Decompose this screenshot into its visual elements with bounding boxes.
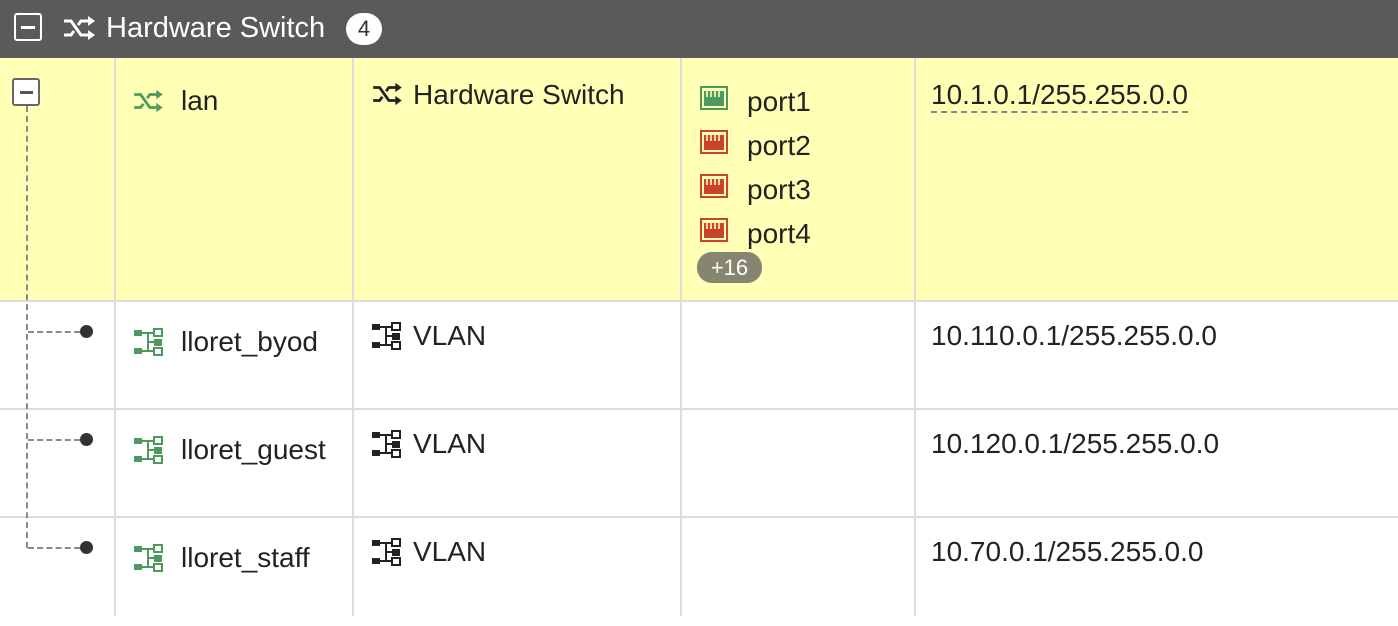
member-port[interactable]: port3: [747, 174, 811, 206]
tree-connector-branch: [28, 331, 80, 333]
vlan-icon: [372, 538, 401, 566]
ethernet-port-icon: [700, 130, 728, 154]
tree-node-dot: [80, 325, 93, 338]
collapse-row-button[interactable]: [12, 78, 40, 106]
group-title: Hardware Switch: [106, 12, 326, 44]
column-divider: [914, 58, 916, 616]
ip-netmask[interactable]: 10.1.0.1/255.255.0.0: [931, 79, 1188, 113]
interface-name[interactable]: lloret_byod: [181, 326, 318, 358]
interface-type: VLAN: [413, 536, 487, 567]
tree-connector-branch: [28, 439, 80, 441]
shuffle-icon: [373, 82, 402, 106]
member-port[interactable]: port4: [747, 218, 811, 250]
tree-node-dot: [80, 541, 93, 554]
table-row[interactable]: lloret_byod VLAN 10.110.0.1/255.255.0.0: [0, 302, 1398, 410]
interface-name[interactable]: lloret_staff: [181, 542, 310, 574]
table-row[interactable]: lloret_staff VLAN 10.70.0.1/255.255.0.0: [0, 518, 1398, 626]
vlan-icon: [134, 436, 163, 464]
interface-type: VLAN: [413, 320, 487, 351]
ethernet-port-icon: [700, 174, 728, 198]
member-port[interactable]: port2: [747, 130, 811, 162]
tree-connector-line: [26, 106, 28, 548]
ip-netmask: 10.70.0.1/255.255.0.0: [931, 536, 1204, 567]
interface-type: VLAN: [413, 428, 487, 459]
shuffle-icon: [134, 89, 163, 113]
column-divider: [114, 58, 116, 616]
ethernet-port-icon: [700, 218, 728, 242]
ip-netmask: 10.120.0.1/255.255.0.0: [931, 428, 1220, 459]
vlan-icon: [134, 544, 163, 572]
column-divider: [352, 58, 354, 616]
interface-name[interactable]: lloret_guest: [181, 434, 326, 466]
vlan-icon: [372, 430, 401, 458]
ip-netmask-link[interactable]: 10.1.0.1/255.255.0.0: [931, 79, 1188, 113]
collapse-group-button[interactable]: [14, 13, 42, 41]
ethernet-port-icon: [700, 86, 728, 110]
shuffle-icon: [64, 16, 95, 40]
interface-name[interactable]: lan: [181, 85, 218, 117]
more-members-badge[interactable]: +16: [697, 252, 762, 283]
tree-connector-branch: [28, 547, 80, 549]
group-header[interactable]: Hardware Switch 4: [0, 0, 1398, 58]
member-port[interactable]: port1: [747, 86, 811, 118]
column-divider: [680, 58, 682, 616]
table-row-lan[interactable]: lan Hardware Switch port1 port2 port3 po…: [0, 58, 1398, 302]
vlan-icon: [372, 322, 401, 350]
count-badge: 4: [346, 13, 382, 45]
table-row[interactable]: lloret_guest VLAN 10.120.0.1/255.255.0.0: [0, 410, 1398, 518]
interface-type: Hardware Switch: [413, 79, 625, 110]
vlan-icon: [134, 328, 163, 356]
ip-netmask: 10.110.0.1/255.255.0.0: [931, 320, 1217, 351]
tree-node-dot: [80, 433, 93, 446]
